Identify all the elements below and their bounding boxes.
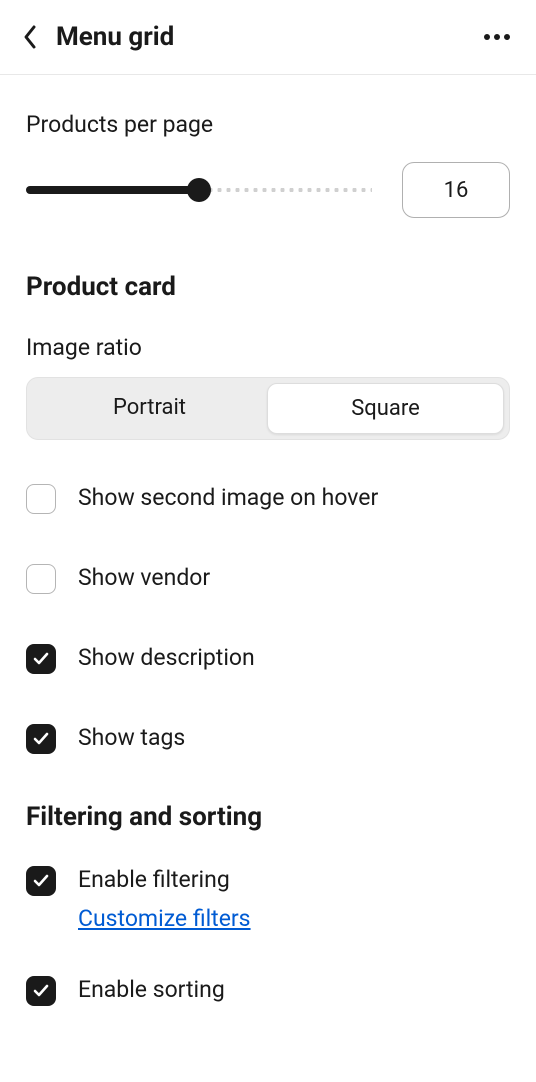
customize-filters-link[interactable]: Customize filters — [78, 905, 251, 932]
products-per-page-slider[interactable] — [26, 178, 372, 202]
slider-fill — [26, 186, 199, 194]
products-per-page-input[interactable]: 16 — [402, 162, 510, 218]
panel-content: Products per page 16 Product card Image … — [0, 75, 536, 1006]
show-second-image-label: Show second image on hover — [78, 482, 378, 513]
show-second-image-row: Show second image on hover — [26, 482, 510, 514]
slider-thumb[interactable] — [187, 178, 211, 202]
image-ratio-option-square[interactable]: Square — [267, 383, 504, 434]
filtering-sorting-heading: Filtering and sorting — [26, 802, 510, 832]
show-vendor-row: Show vendor — [26, 562, 510, 594]
page-title: Menu grid — [56, 22, 174, 52]
image-ratio-label: Image ratio — [26, 334, 510, 361]
back-icon[interactable] — [22, 24, 38, 50]
show-tags-row: Show tags — [26, 722, 510, 754]
show-description-label: Show description — [78, 642, 255, 673]
image-ratio-segmented: Portrait Square — [26, 377, 510, 440]
show-description-row: Show description — [26, 642, 510, 674]
image-ratio-option-portrait[interactable]: Portrait — [32, 383, 267, 434]
show-second-image-checkbox[interactable] — [26, 484, 56, 514]
enable-sorting-checkbox[interactable] — [26, 976, 56, 1006]
enable-filtering-checkbox[interactable] — [26, 866, 56, 896]
enable-filtering-label: Enable filtering — [78, 864, 251, 895]
products-per-page-row: 16 — [26, 162, 510, 218]
enable-sorting-label: Enable sorting — [78, 974, 225, 1005]
products-per-page-label: Products per page — [26, 111, 510, 138]
product-card-heading: Product card — [26, 272, 510, 302]
header-left: Menu grid — [22, 22, 174, 52]
panel-header: Menu grid — [0, 0, 536, 75]
show-tags-label: Show tags — [78, 722, 185, 753]
show-vendor-label: Show vendor — [78, 562, 210, 593]
enable-filtering-row: Enable filtering Customize filters — [26, 864, 510, 932]
more-icon[interactable] — [484, 34, 510, 40]
enable-sorting-row: Enable sorting — [26, 974, 510, 1006]
enable-filtering-stack: Enable filtering Customize filters — [78, 864, 251, 932]
show-tags-checkbox[interactable] — [26, 724, 56, 754]
show-vendor-checkbox[interactable] — [26, 564, 56, 594]
show-description-checkbox[interactable] — [26, 644, 56, 674]
